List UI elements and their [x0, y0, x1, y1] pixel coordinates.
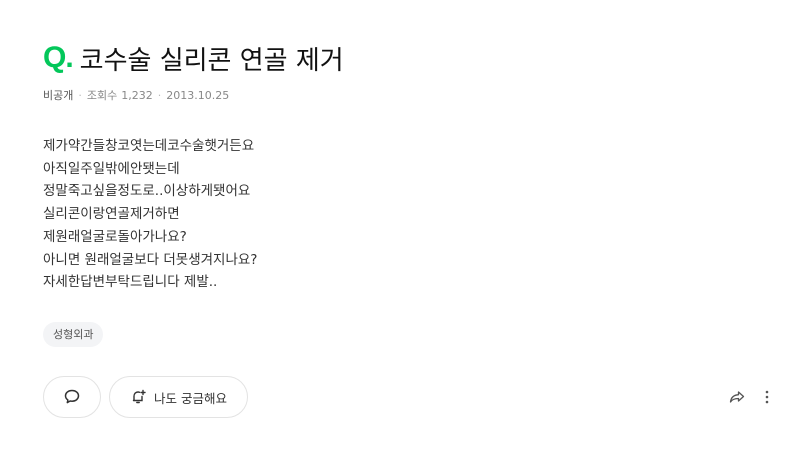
curious-button[interactable]: 나도 궁금해요: [109, 376, 248, 418]
question-body: 제가약간들창코엿는데코수술햇거든요 아직일주일밖에안됏는데 정말죽고싶을정도로.…: [43, 135, 763, 294]
body-line: 아니면 원래얼굴보다 더못생겨지나요?: [43, 251, 258, 268]
tag-list: 성형외과: [43, 321, 763, 347]
meta-separator: ·: [157, 88, 162, 102]
question-title: 코수술 실리콘 연골 제거: [79, 45, 344, 76]
body-line: 제원래얼굴로돌아가나요?: [43, 228, 187, 245]
visibility-label: 비공개: [43, 89, 74, 102]
body-line: 아직일주일밖에안됏는데: [43, 160, 180, 177]
tag-chip[interactable]: 성형외과: [43, 321, 104, 347]
comment-button[interactable]: [43, 376, 101, 418]
post-date: 2013.10.25: [166, 88, 230, 102]
right-actions: [728, 388, 770, 406]
body-line: 실리콘이랑연골제거하면: [43, 206, 180, 223]
bell-plus-icon: [130, 388, 148, 406]
question-meta: 비공개 · 조회수 1,232 · 2013.10.25: [43, 87, 763, 103]
body-line: 자세한답변부탁드립니다 제발..: [43, 274, 218, 291]
meta-separator: ·: [78, 88, 82, 102]
speech-bubble-icon: [63, 388, 81, 406]
share-arrow-icon[interactable]: [728, 388, 746, 406]
views-label: 조회수: [86, 89, 118, 102]
question-title-row: Q. 코수술 실리콘 연골 제거: [43, 38, 763, 78]
question-mark: Q.: [43, 41, 74, 74]
body-line: 정말죽고싶을정도로..이상하게됏어요: [43, 183, 251, 200]
action-bar: 나도 궁금해요: [43, 375, 770, 419]
more-vertical-icon[interactable]: [764, 389, 770, 405]
views-count: 1,232: [121, 88, 153, 102]
question-section: Q. 코수술 실리콘 연골 제거 비공개 · 조회수 1,232 · 2013.…: [43, 38, 763, 347]
curious-label: 나도 궁금해요: [154, 390, 227, 406]
body-line: 제가약간들창코엿는데코수술햇거든요: [43, 138, 255, 154]
